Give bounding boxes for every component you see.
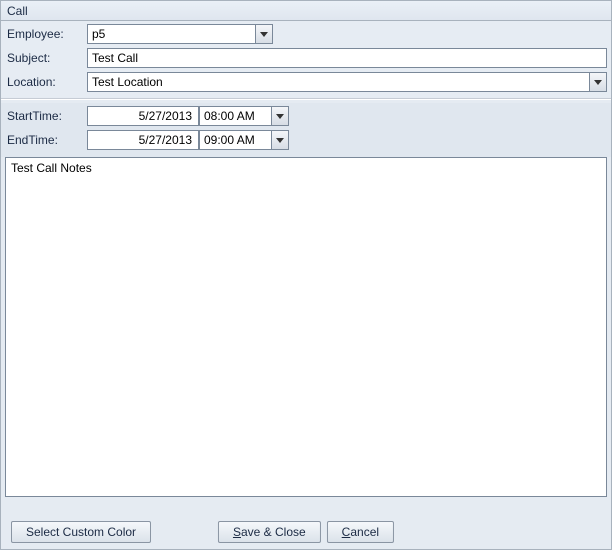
employee-label: Employee: [5,27,87,41]
end-time-input[interactable] [199,130,271,150]
notes-textarea[interactable] [5,157,607,497]
start-time-combo[interactable] [199,106,289,126]
employee-input[interactable] [87,24,255,44]
location-dropdown-button[interactable] [589,72,607,92]
time-fields: StartTime: EndTime: [1,103,611,157]
employee-combo[interactable] [87,24,273,44]
end-time-combo[interactable] [199,130,289,150]
location-input[interactable] [87,72,589,92]
start-time-dropdown-button[interactable] [271,106,289,126]
subject-label: Subject: [5,51,87,65]
divider [1,98,611,100]
location-label: Location: [5,75,87,89]
notes-area [5,157,607,500]
end-date-input[interactable] [87,130,199,150]
chevron-down-icon [276,114,284,119]
end-time-dropdown-button[interactable] [271,130,289,150]
call-dialog: Call Employee: Subject: Location: [0,0,612,550]
select-custom-color-button[interactable]: Select Custom Color [11,521,151,543]
end-time-label: EndTime: [5,133,87,147]
window-title: Call [1,1,611,21]
subject-input[interactable] [87,48,607,68]
start-time-label: StartTime: [5,109,87,123]
header-fields: Employee: Subject: Location: [1,21,611,97]
start-time-input[interactable] [199,106,271,126]
chevron-down-icon [260,32,268,37]
cancel-button[interactable]: Cancel [327,521,394,543]
employee-dropdown-button[interactable] [255,24,273,44]
save-and-close-button[interactable]: Save & Close [218,521,321,543]
button-bar: Select Custom Color Save & Close Cancel [1,521,611,543]
chevron-down-icon [276,138,284,143]
chevron-down-icon [594,80,602,85]
start-date-input[interactable] [87,106,199,126]
